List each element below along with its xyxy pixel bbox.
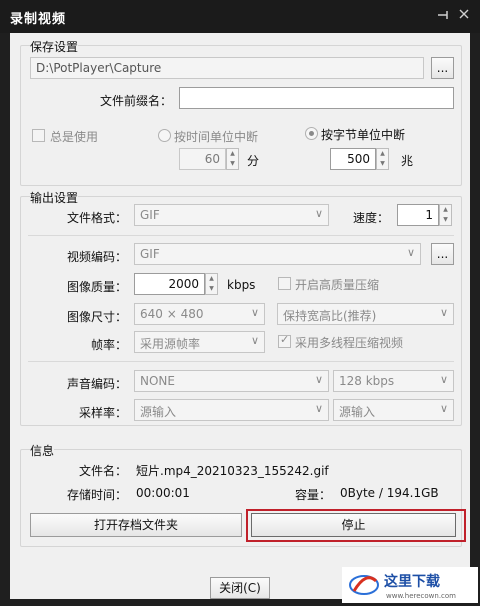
by-size-radio[interactable] — [305, 127, 318, 140]
svg-text:这里下载: 这里下载 — [384, 573, 440, 590]
video-codec-select[interactable]: GIF ∨ — [134, 243, 421, 265]
by-time-radio[interactable] — [158, 129, 171, 142]
image-size-label: 图像尺寸： — [67, 310, 128, 324]
save-settings-title: 保存设置 — [30, 38, 79, 55]
always-use-checkbox[interactable] — [32, 129, 45, 142]
save-time-label: 存储时间： — [67, 488, 128, 502]
always-use-label: 总是使用 — [50, 130, 99, 144]
close-icon[interactable] — [456, 8, 472, 24]
window-title: 录制视频 — [10, 12, 67, 27]
fps-select[interactable]: 采用源帧率 ∨ — [134, 331, 265, 353]
audio-codec-label: 声音编码： — [67, 377, 128, 391]
chevron-down-icon: ∨ — [250, 334, 259, 347]
time-spinner[interactable]: ▲ ▼ — [226, 148, 239, 170]
audio-bitrate-select[interactable]: 128 kbps ∨ — [333, 370, 454, 392]
audio-codec-select[interactable]: NONE ∨ — [134, 370, 329, 392]
chevron-down-icon: ∨ — [439, 373, 448, 386]
size-value-input[interactable]: 500 — [330, 148, 376, 170]
size-spinner[interactable]: ▲ ▼ — [376, 148, 389, 170]
by-time-label: 按时间单位中断 — [174, 130, 259, 144]
divider — [28, 235, 454, 236]
hq-compress-label: 开启高质量压缩 — [295, 278, 380, 292]
filename-value: 短片.mp4_20210323_155242.gif — [136, 464, 329, 478]
chevron-down-icon: ∨ — [314, 373, 323, 386]
multithread-checkbox[interactable] — [278, 333, 291, 348]
speed-label: 速度： — [353, 211, 390, 225]
stop-button[interactable]: 停止 — [251, 513, 456, 537]
size-unit-label: 兆 — [401, 154, 414, 168]
quality-spinner[interactable]: ▲ ▼ — [205, 273, 218, 295]
save-time-value: 00:00:01 — [136, 486, 190, 500]
multithread-label: 采用多线程压缩视频 — [295, 336, 404, 350]
svg-text:www.herecown.com: www.herecown.com — [386, 592, 456, 600]
open-folder-button[interactable]: 打开存档文件夹 — [30, 513, 242, 537]
hq-compress-checkbox[interactable] — [278, 277, 291, 290]
video-codec-settings-button[interactable]: ... — [431, 243, 454, 265]
fps-label: 帧率： — [91, 338, 128, 352]
chevron-down-icon: ∨ — [406, 246, 415, 259]
browse-path-button[interactable]: ... — [431, 57, 454, 79]
speed-input[interactable]: 1 — [397, 204, 439, 226]
divider — [28, 361, 454, 362]
chevron-down-icon: ∨ — [439, 402, 448, 415]
chevron-down-icon: ∨ — [314, 207, 323, 220]
video-codec-label: 视频编码： — [67, 250, 128, 264]
format-select[interactable]: GIF ∨ — [134, 204, 329, 226]
close-button[interactable]: 关闭(C) — [210, 577, 270, 599]
channel-select[interactable]: 源输入 ∨ — [333, 399, 454, 421]
output-settings-title: 输出设置 — [30, 189, 79, 206]
by-size-label: 按字节单位中断 — [321, 128, 406, 142]
chevron-down-icon: ∨ — [250, 306, 259, 319]
chevron-down-icon: ∨ — [439, 306, 448, 319]
quality-label: 图像质量： — [67, 280, 128, 294]
quality-unit-label: kbps — [227, 278, 256, 292]
sample-rate-select[interactable]: 源输入 ∨ — [134, 399, 329, 421]
dialog-body: 保存设置 D:\PotPlayer\Capture ... 文件前缀名： 总是使… — [10, 33, 470, 599]
info-title: 信息 — [30, 442, 55, 459]
pin-icon[interactable] — [436, 8, 452, 24]
title-bar: 录制视频 — [0, 0, 480, 33]
watermark-logo: 这里下载 www.herecown.com — [342, 567, 478, 603]
speed-spinner[interactable]: ▲ ▼ — [439, 204, 452, 226]
time-value-input[interactable]: 60 — [179, 148, 226, 170]
prefix-label: 文件前缀名： — [100, 94, 173, 108]
capacity-label: 容量： — [295, 488, 332, 502]
sample-rate-label: 采样率： — [79, 406, 128, 420]
image-size-select[interactable]: 640 × 480 ∨ — [134, 303, 265, 325]
save-path-field[interactable]: D:\PotPlayer\Capture — [30, 57, 424, 79]
aspect-select[interactable]: 保持宽高比(推荐) ∨ — [277, 303, 454, 325]
format-label: 文件格式： — [67, 211, 128, 225]
capacity-value: 0Byte / 194.1GB — [340, 486, 439, 500]
quality-input[interactable]: 2000 — [134, 273, 205, 295]
prefix-input[interactable] — [179, 87, 454, 109]
filename-label: 文件名： — [79, 464, 128, 478]
chevron-down-icon: ∨ — [314, 402, 323, 415]
time-unit-label: 分 — [247, 154, 260, 168]
